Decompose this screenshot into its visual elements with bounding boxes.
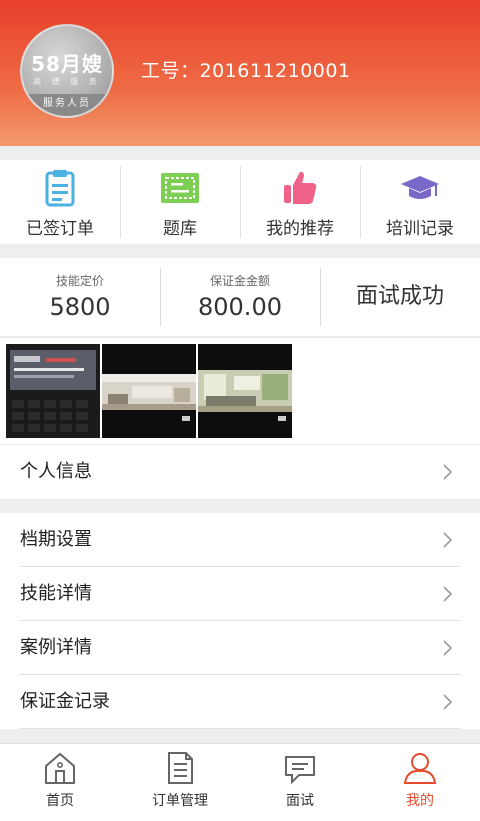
interview-status: 面试成功 <box>320 258 480 336</box>
skill-price: 技能定价 5800 <box>0 258 160 336</box>
avatar-tag: 高 德 服 务 <box>33 77 101 86</box>
skill-price-label: 技能定价 <box>55 274 104 288</box>
quick-training-records[interactable]: 培训记录 <box>360 160 480 244</box>
photo-3-image <box>198 344 292 438</box>
skill-price-value: 5800 <box>49 293 111 321</box>
tab-order-management[interactable]: 订单管理 <box>120 744 240 821</box>
tab-home[interactable]: 首页 <box>0 744 120 821</box>
ticket-icon <box>161 173 199 203</box>
menu-deposit-records[interactable]: 保证金记录 <box>0 675 480 729</box>
phone-screenshot-photo[interactable] <box>6 344 100 438</box>
photo-1-image <box>6 344 100 438</box>
menu-skill-details[interactable]: 技能详情 <box>0 567 480 621</box>
graduation-cap-icon <box>401 176 439 199</box>
bottom-tab-bar: 首页 订单管理 面试 我的 <box>0 743 480 821</box>
chevron-right-icon <box>443 464 453 480</box>
tab-mine-label: 我的 <box>406 793 434 809</box>
avatar-brand: 58月嫂 <box>31 52 103 76</box>
chevron-right-icon <box>443 694 453 710</box>
tab-order-management-label: 订单管理 <box>152 793 208 809</box>
menu-schedule-settings[interactable]: 档期设置 <box>0 513 480 567</box>
deposit-label: 保证金金额 <box>209 274 270 288</box>
tab-home-label: 首页 <box>46 793 74 809</box>
quick-my-recommend-label: 我的推荐 <box>266 219 334 239</box>
quick-signed-orders[interactable]: 已签订单 <box>0 160 120 244</box>
chevron-right-icon <box>443 532 453 548</box>
chevron-right-icon <box>443 586 453 602</box>
clipboard-icon <box>45 170 75 207</box>
document-icon <box>168 752 193 784</box>
work-number: 工号：201611210001 <box>141 60 351 82</box>
menu-deposit-records-label: 保证金记录 <box>20 691 110 712</box>
divider <box>20 728 460 729</box>
chat-icon <box>285 756 315 785</box>
profile-header: 58月嫂 高 德 服 务 服务人员 工号：201611210001 <box>0 0 480 146</box>
quick-actions: 已签订单 题库 我的推荐 培训记录 <box>0 160 480 244</box>
stats-panel: 技能定价 5800 保证金金额 800.00 面试成功 <box>0 258 480 336</box>
avatar-ribbon: 服务人员 <box>22 94 112 116</box>
tab-interview-label: 面试 <box>286 793 314 809</box>
quick-signed-orders-label: 已签订单 <box>26 219 94 239</box>
tab-interview[interactable]: 面试 <box>240 744 360 821</box>
tab-mine[interactable]: 我的 <box>360 744 480 821</box>
thumbs-up-icon <box>284 171 317 204</box>
user-icon <box>403 753 437 784</box>
deposit-amount: 保证金金额 800.00 <box>160 258 320 336</box>
deposit-value: 800.00 <box>198 293 282 321</box>
menu-schedule-settings-label: 档期设置 <box>20 529 92 550</box>
menu-personal-info-label: 个人信息 <box>20 461 92 482</box>
interview-status-text: 面试成功 <box>355 284 444 309</box>
chevron-right-icon <box>443 640 453 656</box>
living-room-photo-2[interactable] <box>198 344 292 438</box>
living-room-photo-1[interactable] <box>102 344 196 438</box>
photo-2-image <box>102 344 196 438</box>
menu-personal-info[interactable]: 个人信息 <box>0 445 480 499</box>
home-icon <box>45 752 75 784</box>
photo-gallery <box>0 337 480 444</box>
quick-question-bank[interactable]: 题库 <box>120 160 240 244</box>
menu-skill-details-label: 技能详情 <box>20 583 92 604</box>
avatar[interactable]: 58月嫂 高 德 服 务 服务人员 <box>20 24 114 118</box>
quick-training-records-label: 培训记录 <box>386 219 454 239</box>
quick-question-bank-label: 题库 <box>163 219 197 239</box>
menu-case-details-label: 案例详情 <box>20 637 92 658</box>
quick-my-recommend[interactable]: 我的推荐 <box>240 160 360 244</box>
menu-case-details[interactable]: 案例详情 <box>0 621 480 675</box>
